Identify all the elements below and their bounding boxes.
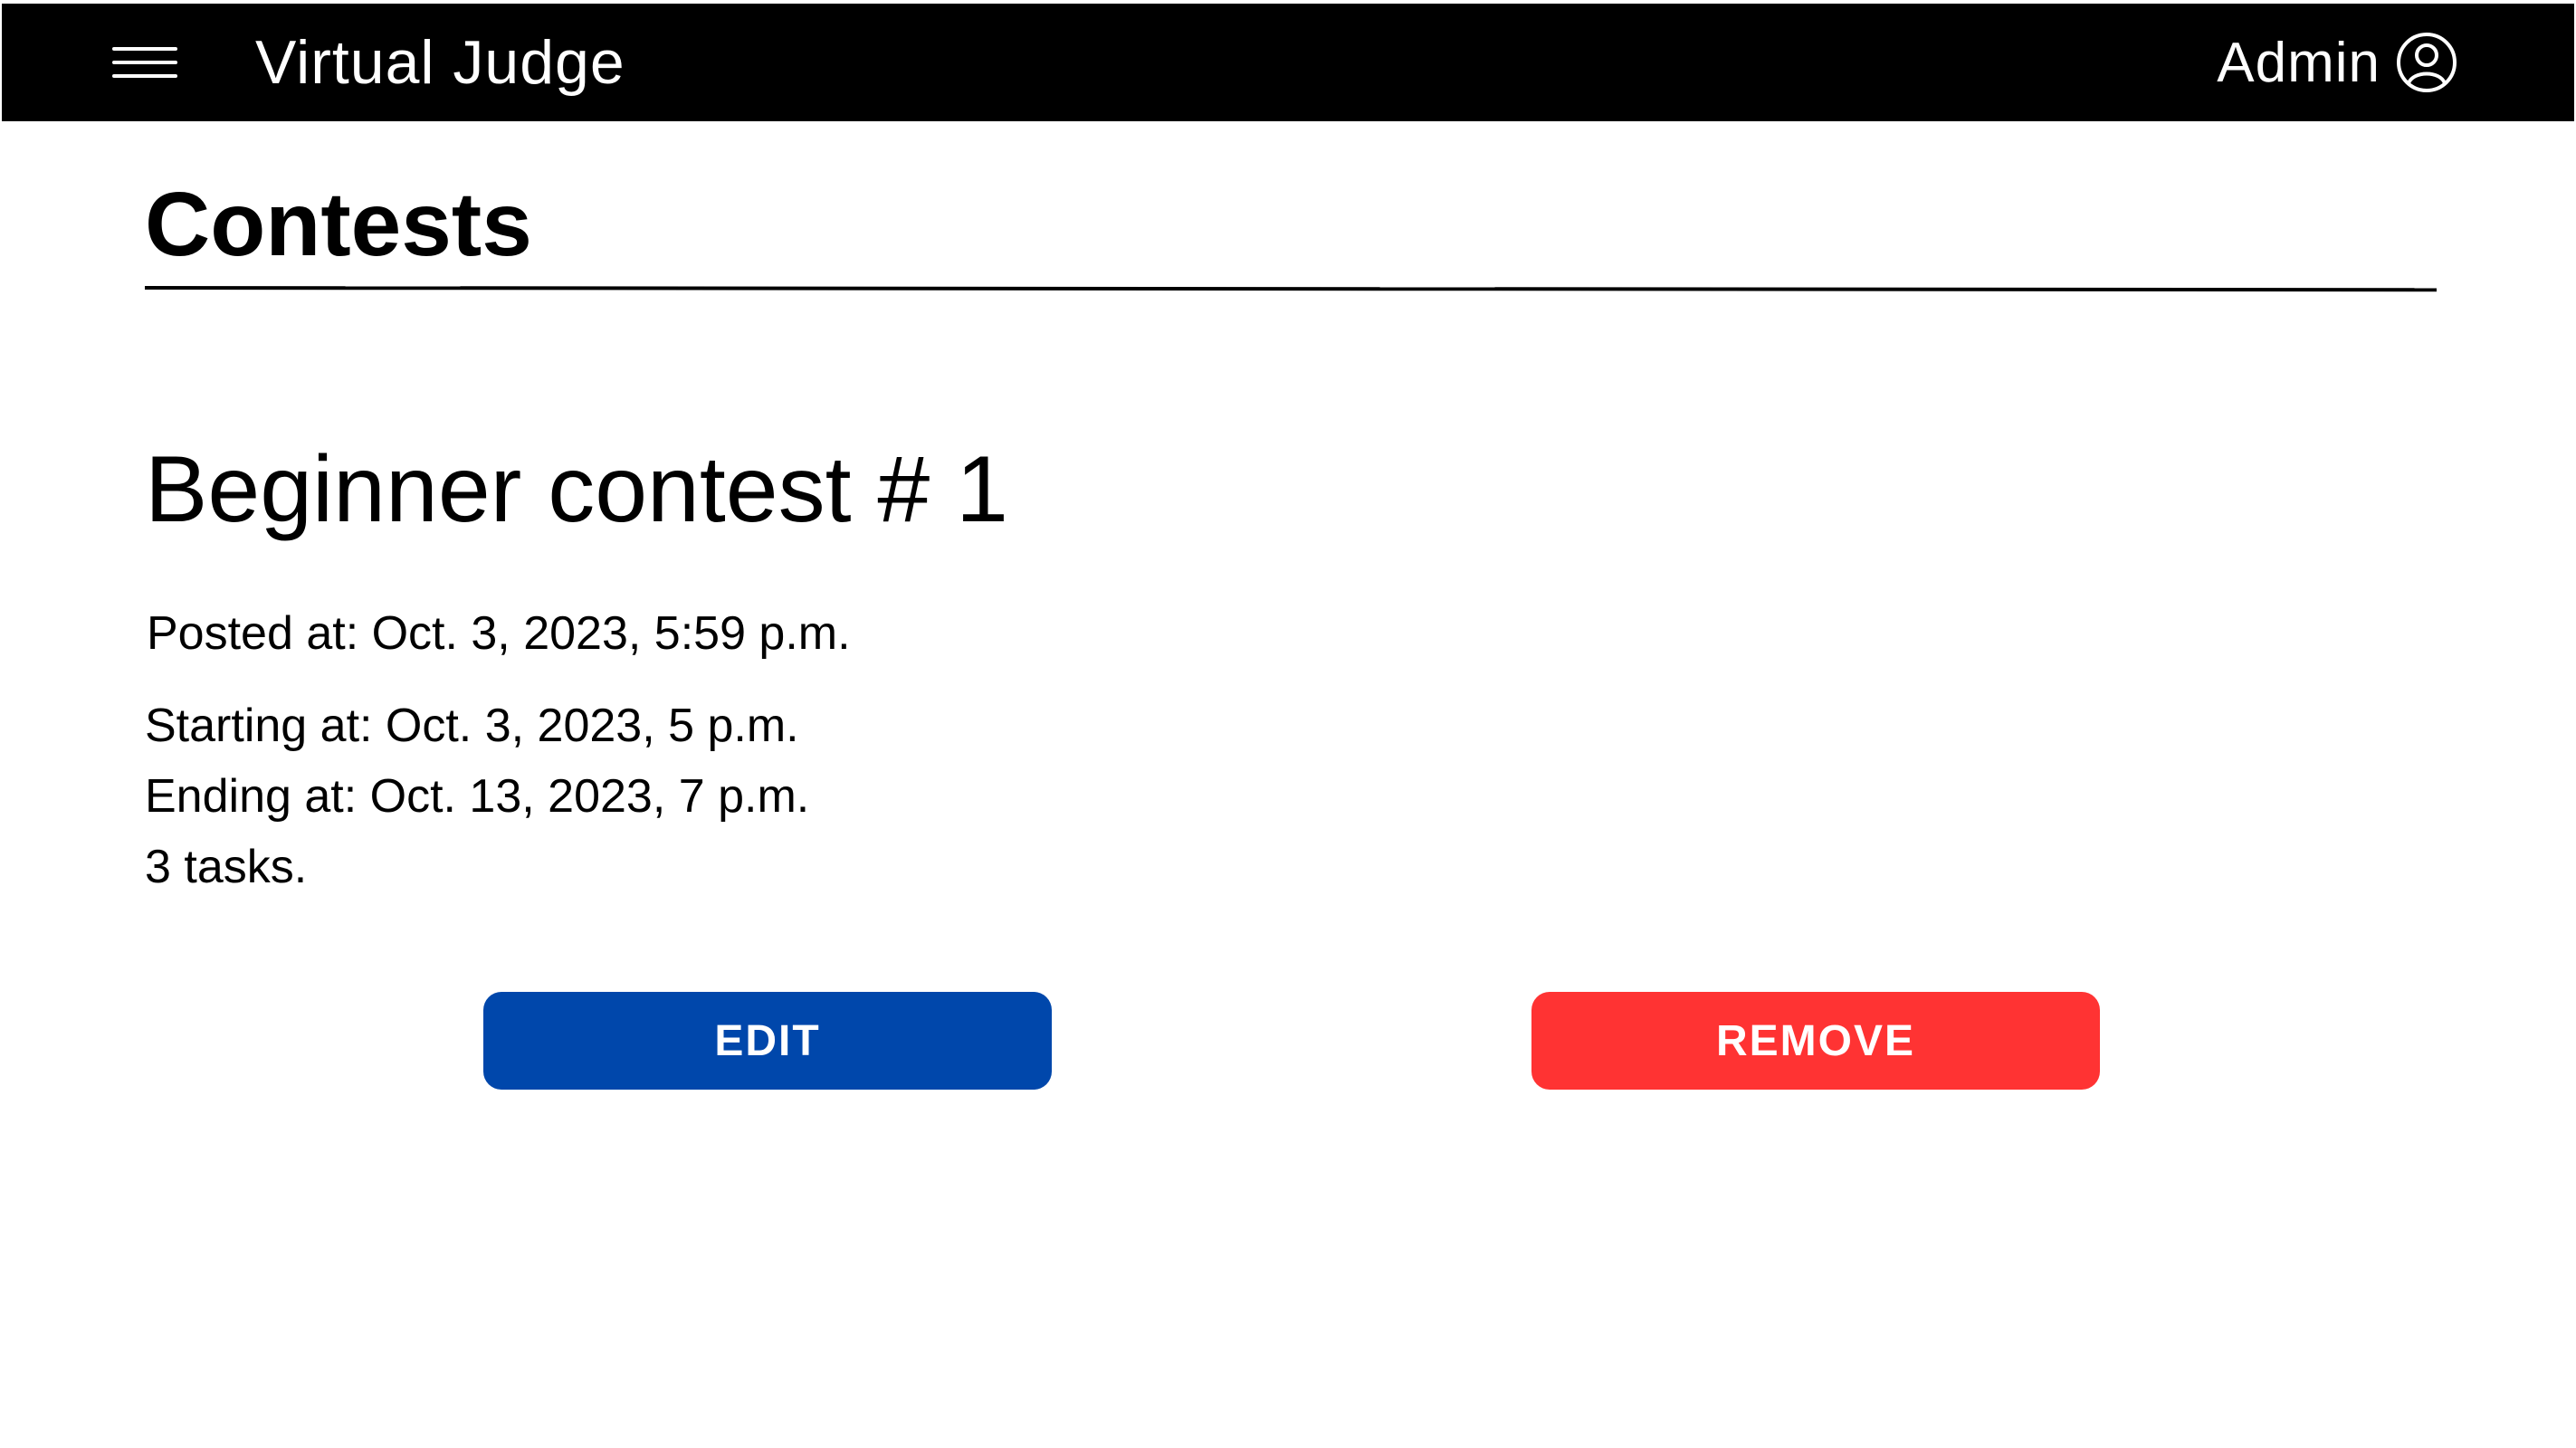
contest-ending-at: Ending at: Oct. 13, 2023, 7 p.m.	[145, 770, 810, 823]
hamburger-line	[112, 74, 177, 78]
edit-button[interactable]: EDIT	[483, 992, 1052, 1090]
app-title[interactable]: Virtual Judge	[255, 24, 625, 101]
top-navigation-bar: Virtual Judge Admin	[2, 4, 2574, 121]
contest-posted-at: Posted at: Oct. 3, 2023, 5:59 p.m.	[147, 607, 851, 660]
page-title: Contests	[145, 174, 532, 275]
hamburger-line	[112, 47, 177, 51]
user-account-icon[interactable]	[2395, 31, 2458, 94]
user-menu[interactable]: Admin	[2217, 24, 2458, 101]
contest-name: Beginner contest # 1	[145, 437, 1008, 542]
user-name[interactable]: Admin	[2217, 31, 2380, 95]
contest-task-count: 3 tasks.	[145, 841, 308, 893]
contest-starting-at: Starting at: Oct. 3, 2023, 5 p.m.	[145, 700, 799, 752]
hamburger-line	[112, 61, 177, 64]
title-divider	[144, 286, 2438, 292]
hamburger-menu-icon[interactable]	[112, 43, 177, 81]
remove-button[interactable]: REMOVE	[1531, 992, 2100, 1090]
